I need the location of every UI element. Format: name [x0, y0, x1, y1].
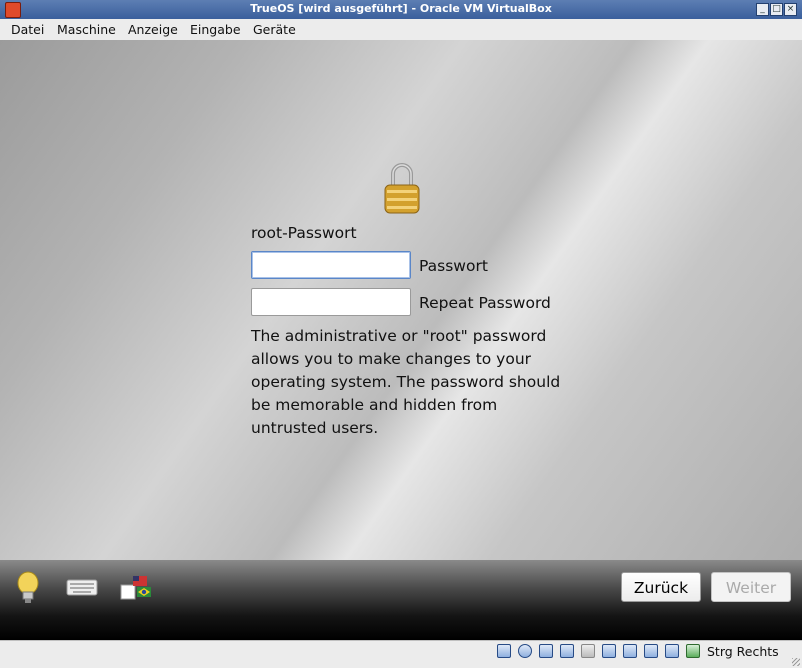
padlock-icon — [384, 163, 420, 214]
optical-drive-icon[interactable] — [518, 644, 532, 658]
shared-folders-icon[interactable] — [581, 644, 595, 658]
close-button[interactable]: × — [784, 3, 797, 16]
host-key-label: Strg Rechts — [707, 644, 779, 659]
network-icon[interactable] — [539, 644, 553, 658]
window-title: TrueOS [wird ausgeführt] - Oracle VM Vir… — [250, 2, 552, 15]
menu-maschine[interactable]: Maschine — [57, 22, 116, 37]
hard-disk-icon[interactable] — [497, 644, 511, 658]
menu-datei[interactable]: Datei — [11, 22, 44, 37]
menu-eingabe[interactable]: Eingabe — [190, 22, 241, 37]
language-flag-icon[interactable] — [119, 573, 153, 601]
resize-grip[interactable] — [792, 658, 800, 666]
repeat-password-field[interactable] — [251, 288, 411, 316]
status-bar: Strg Rechts — [0, 640, 802, 668]
page-title: root-Passwort — [251, 224, 357, 242]
next-button[interactable]: Weiter — [711, 572, 791, 602]
lightbulb-icon[interactable] — [16, 571, 40, 605]
virtualization-icon[interactable] — [644, 644, 658, 658]
menu-bar: Datei Maschine Anzeige Eingabe Geräte — [0, 19, 802, 41]
repeat-password-label: Repeat Password — [419, 294, 551, 312]
menu-geraete[interactable]: Geräte — [253, 22, 296, 37]
usb-icon[interactable] — [560, 644, 574, 658]
cpu-icon[interactable] — [665, 644, 679, 658]
keyboard-icon[interactable] — [66, 578, 98, 598]
video-capture-icon[interactable] — [623, 644, 637, 658]
host-key-arrow-icon[interactable] — [686, 644, 700, 658]
window-titlebar[interactable]: TrueOS [wird ausgeführt] - Oracle VM Vir… — [0, 0, 802, 19]
back-button[interactable]: Zurück — [621, 572, 701, 602]
menu-anzeige[interactable]: Anzeige — [128, 22, 178, 37]
guest-screen[interactable]: root-Passwort Passwort Repeat Password T… — [0, 40, 802, 640]
display-icon[interactable] — [602, 644, 616, 658]
password-description: The administrative or "root" password al… — [251, 327, 561, 437]
password-field[interactable] — [251, 251, 411, 279]
maximize-button[interactable]: □ — [770, 3, 783, 16]
minimize-button[interactable]: _ — [756, 3, 769, 16]
password-label: Passwort — [419, 257, 488, 275]
